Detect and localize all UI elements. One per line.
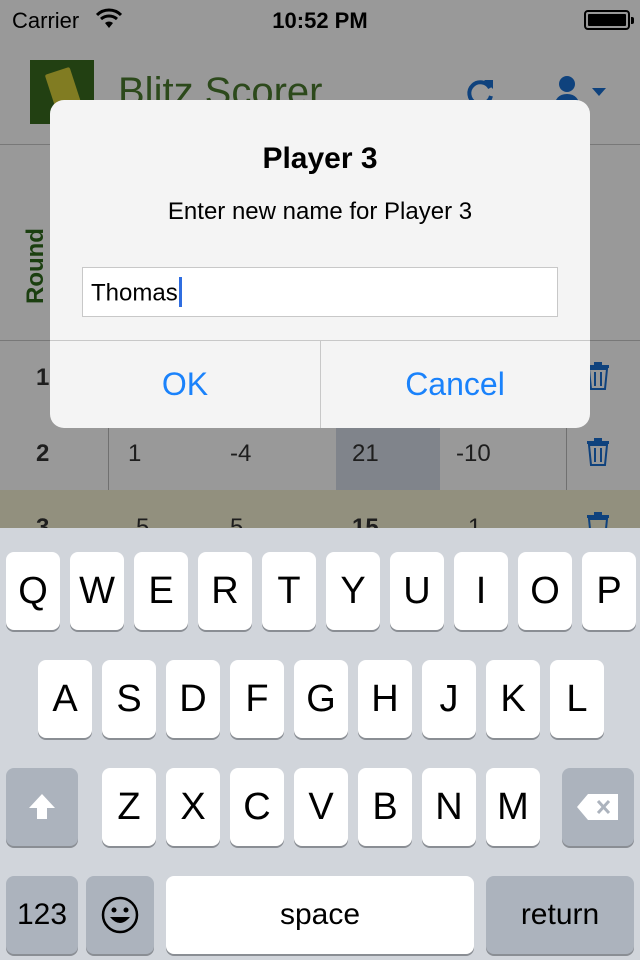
key-r[interactable]: R: [198, 552, 252, 630]
dialog-message: Enter new name for Player 3: [167, 198, 473, 225]
shift-icon: [29, 794, 55, 819]
return-key[interactable]: return: [486, 876, 634, 954]
key-y[interactable]: Y: [326, 552, 380, 630]
key-j[interactable]: J: [422, 660, 476, 738]
shift-key[interactable]: [6, 768, 78, 846]
key-v[interactable]: V: [294, 768, 348, 846]
key-x[interactable]: X: [166, 768, 220, 846]
key-w[interactable]: W: [70, 552, 124, 630]
backspace-key[interactable]: [562, 768, 634, 846]
key-q[interactable]: Q: [6, 552, 60, 630]
ok-button[interactable]: OK: [50, 340, 320, 428]
player-name-value: Thomas: [91, 279, 178, 307]
backspace-icon: [577, 794, 618, 820]
space-key[interactable]: space: [166, 876, 474, 954]
key-a[interactable]: A: [38, 660, 92, 738]
numbers-key[interactable]: 123: [6, 876, 78, 954]
rename-player-dialog: Player 3 Enter new name for Player 3 Tho…: [50, 100, 590, 428]
key-u[interactable]: U: [390, 552, 444, 630]
key-n[interactable]: N: [422, 768, 476, 846]
emoji-key[interactable]: [86, 876, 154, 954]
key-m[interactable]: M: [486, 768, 540, 846]
dialog-title: Player 3: [262, 142, 378, 175]
key-g[interactable]: G: [294, 660, 348, 738]
key-l[interactable]: L: [550, 660, 604, 738]
player-name-input[interactable]: Thomas: [82, 267, 558, 317]
onscreen-keyboard: Q W E R T Y U I O P A S D F G H J K L Z …: [0, 528, 640, 960]
key-d[interactable]: D: [166, 660, 220, 738]
key-s[interactable]: S: [102, 660, 156, 738]
key-h[interactable]: H: [358, 660, 412, 738]
cancel-button[interactable]: Cancel: [320, 340, 590, 428]
key-k[interactable]: K: [486, 660, 540, 738]
key-f[interactable]: F: [230, 660, 284, 738]
key-t[interactable]: T: [262, 552, 316, 630]
key-z[interactable]: Z: [102, 768, 156, 846]
text-cursor: [178, 277, 182, 307]
key-c[interactable]: C: [230, 768, 284, 846]
key-o[interactable]: O: [518, 552, 572, 630]
key-p[interactable]: P: [582, 552, 636, 630]
key-b[interactable]: B: [358, 768, 412, 846]
key-e[interactable]: E: [134, 552, 188, 630]
key-i[interactable]: I: [454, 552, 508, 630]
emoji-icon: [101, 896, 139, 934]
